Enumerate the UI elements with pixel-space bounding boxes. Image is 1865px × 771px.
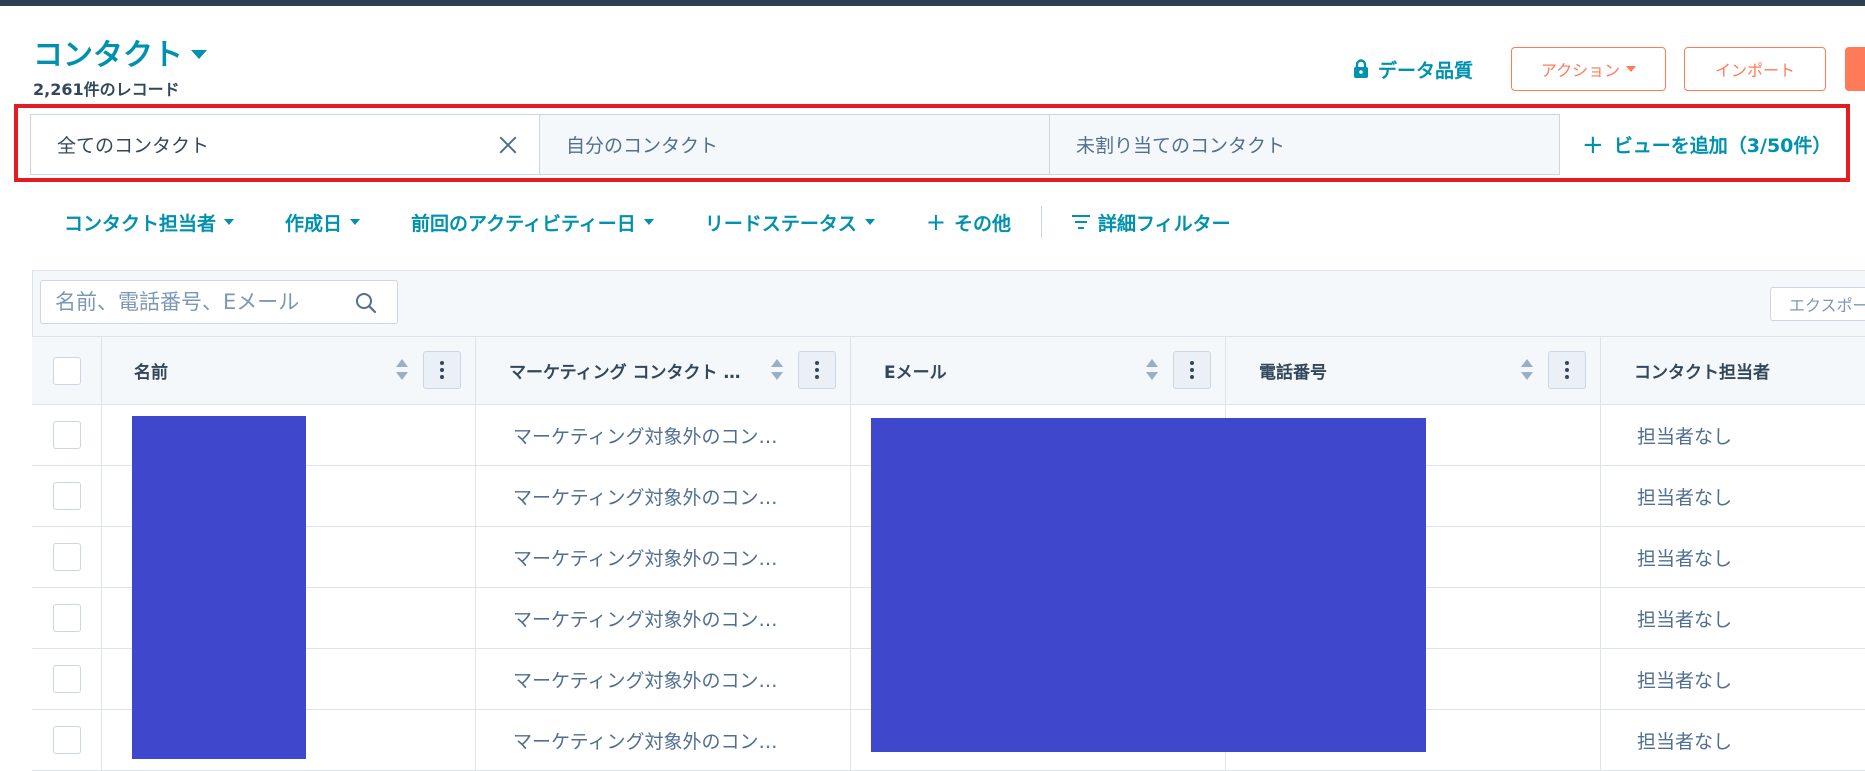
export-button[interactable]: エクスポート: [1770, 287, 1865, 321]
caret-down-icon: [350, 219, 361, 225]
search-input[interactable]: [53, 289, 347, 315]
caret-down-icon: [1626, 66, 1637, 72]
advanced-filters-button[interactable]: 詳細フィルター: [1071, 209, 1231, 236]
owner-cell: 担当者なし: [1637, 425, 1733, 448]
row-checkbox[interactable]: [52, 421, 81, 449]
column-menu-icon[interactable]: [1548, 351, 1586, 389]
caret-down-icon: [864, 219, 875, 225]
column-label: 名前: [134, 363, 168, 383]
row-checkbox[interactable]: [52, 543, 81, 571]
owner-cell: 担当者なし: [1637, 547, 1733, 570]
sort-icon[interactable]: [1521, 359, 1533, 383]
select-all-cell: [32, 337, 102, 404]
row-checkbox[interactable]: [52, 726, 81, 754]
top-navigation-bar: [0, 0, 1865, 6]
owner-cell: 担当者なし: [1637, 608, 1733, 631]
add-view-label: ビューを追加（3/50件）: [1613, 135, 1832, 157]
column-menu-icon[interactable]: [798, 351, 836, 389]
column-header-name[interactable]: 名前: [102, 337, 476, 404]
record-count: 2,261件のレコード: [33, 80, 180, 99]
marketing-status-cell: マーケティング対象外のコン…: [476, 588, 851, 648]
column-header-contact-owner[interactable]: コンタクト担当者: [1601, 337, 1865, 404]
row-select-cell: [32, 588, 102, 648]
marketing-status-cell: マーケティング対象外のコン…: [476, 466, 851, 526]
export-button-label: エクスポート: [1789, 296, 1865, 315]
row-select-cell: [32, 710, 102, 770]
caret-down-icon: [224, 219, 235, 225]
column-header-marketing-status[interactable]: マーケティング コンタクト ステータス: [476, 337, 851, 404]
marketing-status-cell: マーケティング対象外のコン…: [476, 649, 851, 709]
tab-unassigned-contacts[interactable]: 未割り当てのコンタクト: [1050, 114, 1560, 175]
row-select-cell: [32, 527, 102, 587]
plus-icon: +: [1582, 129, 1604, 160]
page-title: コンタクト: [33, 38, 183, 73]
page-header: コンタクト 2,261件のレコード: [33, 30, 207, 100]
row-checkbox[interactable]: [52, 482, 81, 510]
more-filters-label: その他: [953, 212, 1011, 235]
close-icon[interactable]: [497, 134, 519, 156]
header-actions: データ品質 アクション インポート: [1352, 47, 1865, 91]
column-label: コンタクト担当者: [1634, 363, 1770, 383]
import-button[interactable]: インポート: [1684, 47, 1826, 91]
marketing-status-cell: マーケティング対象外のコン…: [476, 527, 851, 587]
row-select-cell: [32, 405, 102, 465]
tab-all-contacts[interactable]: 全てのコンタクト: [30, 114, 540, 175]
column-header-phone[interactable]: 電話番号: [1226, 337, 1601, 404]
create-contact-button[interactable]: [1845, 47, 1865, 91]
tab-label: 自分のコンタクト: [566, 135, 719, 157]
row-select-cell: [32, 466, 102, 526]
filter-create-date[interactable]: 作成日: [285, 209, 361, 236]
marketing-status-cell: マーケティング対象外のコン…: [476, 405, 851, 465]
sort-icon[interactable]: [771, 359, 783, 383]
view-tabs: 全てのコンタクト 自分のコンタクト 未割り当てのコンタクト + ビューを追加（3…: [30, 114, 1831, 175]
search-box: [40, 280, 398, 324]
search-icon[interactable]: [355, 292, 377, 314]
object-switcher[interactable]: コンタクト: [33, 30, 207, 74]
row-select-cell: [32, 649, 102, 709]
filter-lead-status[interactable]: リードステータス: [705, 209, 875, 236]
marketing-status-cell: マーケティング対象外のコン…: [476, 710, 851, 770]
column-label: Eメール: [884, 363, 947, 383]
quick-filters: コンタクト担当者 作成日 前回のアクティビティー日 リードステータス + その他…: [64, 206, 1231, 238]
caret-down-icon: [643, 219, 654, 225]
filter-last-activity-date[interactable]: 前回のアクティビティー日: [411, 209, 654, 236]
filter-contact-owner[interactable]: コンタクト担当者: [64, 209, 235, 236]
more-filters-button[interactable]: + その他: [926, 208, 1011, 236]
add-view-button[interactable]: + ビューを追加（3/50件）: [1560, 114, 1831, 175]
select-all-checkbox[interactable]: [52, 356, 81, 385]
row-checkbox[interactable]: [52, 604, 81, 632]
filter-label: リードステータス: [704, 212, 857, 235]
advanced-filters-label: 詳細フィルター: [1097, 212, 1231, 235]
plus-icon: +: [925, 208, 946, 236]
caret-down-icon: [191, 49, 207, 59]
lock-icon: [1353, 59, 1368, 78]
redacted-names-block: [132, 416, 306, 759]
tab-my-contacts[interactable]: 自分のコンタクト: [540, 114, 1050, 175]
column-label: 電話番号: [1259, 363, 1327, 383]
column-header-email[interactable]: Eメール: [851, 337, 1226, 404]
filter-label: 前回のアクティビティー日: [411, 212, 636, 235]
tab-label: 全てのコンタクト: [57, 135, 210, 157]
actions-button[interactable]: アクション: [1511, 47, 1666, 91]
filter-lines-icon: [1071, 215, 1090, 229]
redacted-emails-block: [871, 418, 1426, 752]
table-header: 名前 マーケティング コンタクト ステータス Eメール 電話番号 コンタクト担当…: [32, 336, 1865, 405]
tab-label: 未割り当てのコンタクト: [1076, 135, 1286, 157]
owner-cell: 担当者なし: [1637, 730, 1733, 753]
filter-label: コンタクト担当者: [64, 212, 217, 235]
column-menu-icon[interactable]: [1173, 351, 1211, 389]
sort-icon[interactable]: [396, 359, 408, 383]
row-checkbox[interactable]: [52, 665, 81, 693]
data-quality-label: データ品質: [1377, 59, 1473, 82]
actions-button-label: アクション: [1540, 61, 1621, 80]
owner-cell: 担当者なし: [1637, 669, 1733, 692]
sort-icon[interactable]: [1146, 359, 1158, 383]
column-label: マーケティング コンタクト ステータス: [509, 363, 744, 383]
import-button-label: インポート: [1714, 61, 1795, 80]
column-menu-icon[interactable]: [423, 351, 461, 389]
filter-label: 作成日: [285, 212, 343, 235]
divider: [1040, 206, 1042, 238]
data-quality-link[interactable]: データ品質: [1352, 56, 1473, 83]
owner-cell: 担当者なし: [1637, 486, 1733, 509]
